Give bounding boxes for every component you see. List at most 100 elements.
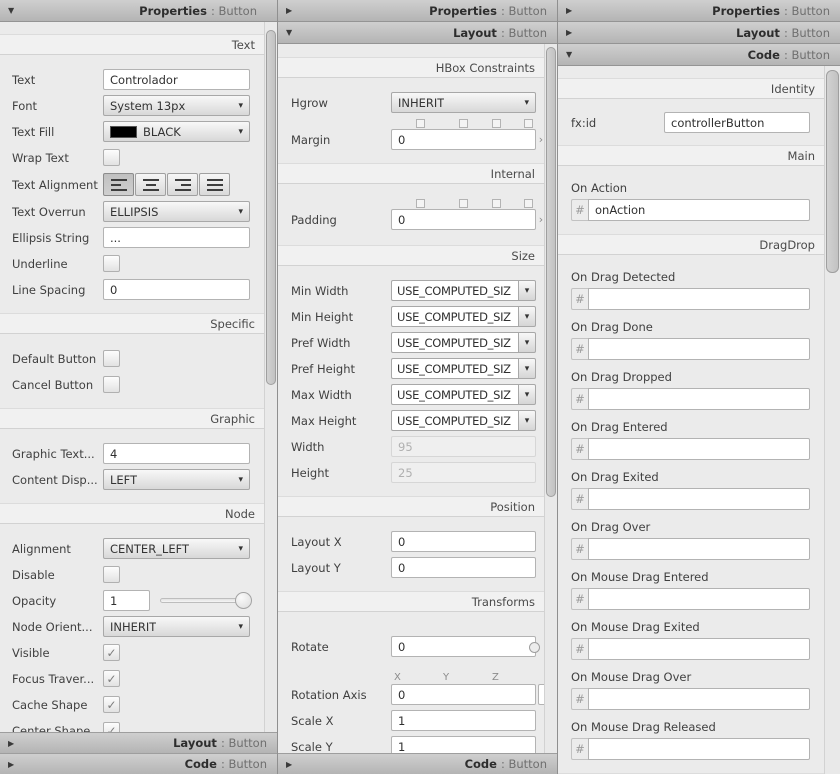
scrollbar[interactable] — [264, 22, 277, 732]
cache-shape-checkbox[interactable]: ✓ — [103, 696, 120, 713]
on-drag-dropped-input[interactable] — [588, 388, 810, 410]
on-drag-detected-input[interactable] — [588, 288, 810, 310]
cancel-button-checkbox[interactable]: ✓ — [103, 376, 120, 393]
max-height-combo: USE_COMPUTED_SIZ▾ — [391, 410, 536, 431]
pref-height-dropdown-button[interactable]: ▾ — [518, 358, 536, 379]
rotation-axis-x-input[interactable] — [391, 684, 536, 705]
min-height-dropdown-button[interactable]: ▾ — [518, 306, 536, 327]
max-height-input[interactable]: USE_COMPUTED_SIZ — [391, 410, 518, 431]
align-right-button[interactable] — [167, 173, 198, 196]
graphic-text-input[interactable] — [103, 443, 250, 464]
scrollbar[interactable] — [544, 44, 557, 753]
layout-x-input[interactable] — [391, 531, 536, 552]
align-left-button[interactable] — [103, 173, 134, 196]
default-button-checkbox[interactable]: ✓ — [103, 350, 120, 367]
min-width-dropdown-button[interactable]: ▾ — [518, 280, 536, 301]
on-drag-entered-input[interactable] — [588, 438, 810, 460]
scale-y-row: Scale Y — [278, 736, 544, 753]
focus-traversable-label: Focus Traver... — [12, 672, 103, 686]
text-fill-dropdown[interactable]: BLACK▾ — [103, 121, 250, 142]
on-drag-done-input[interactable] — [588, 338, 810, 360]
padding-link-checkbox[interactable] — [459, 199, 468, 208]
margin-link-checkbox[interactable] — [524, 119, 533, 128]
accordion-header-label: Properties: Button — [139, 4, 257, 18]
accordion-header-properties-collapsed[interactable]: ▶ Properties: Button — [278, 0, 557, 22]
on-mouse-drag-entered-input[interactable] — [588, 588, 810, 610]
accordion-header-label: Code: Button — [465, 757, 547, 771]
disable-checkbox[interactable]: ✓ — [103, 566, 120, 583]
pref-height-input[interactable]: USE_COMPUTED_SIZ — [391, 358, 518, 379]
max-height-dropdown-button[interactable]: ▾ — [518, 410, 536, 431]
margin-link-checkbox[interactable] — [416, 119, 425, 128]
section-header-hbox-constraints: HBox Constraints — [278, 57, 544, 78]
visible-label: Visible — [12, 646, 103, 660]
opacity-slider-thumb[interactable] — [235, 592, 252, 609]
min-height-input[interactable]: USE_COMPUTED_SIZ — [391, 306, 518, 327]
align-right-icon — [175, 176, 191, 194]
padding-link-checkbox[interactable] — [416, 199, 425, 208]
accordion-header-code[interactable]: ▼ Code: Button — [558, 44, 840, 66]
scale-y-input[interactable] — [391, 736, 536, 753]
accordion-header-layout-collapsed[interactable]: ▶ Layout: Button — [0, 732, 277, 753]
fxid-input[interactable] — [664, 112, 810, 133]
triangle-right-icon: ▶ — [566, 6, 580, 15]
accordion-header-code-collapsed[interactable]: ▶ Code: Button — [0, 753, 277, 774]
on-mouse-drag-over-input[interactable] — [588, 688, 810, 710]
opacity-input[interactable] — [103, 590, 150, 611]
on-drag-exited-input[interactable] — [588, 488, 810, 510]
alignment-dropdown[interactable]: CENTER_LEFT▾ — [103, 538, 250, 559]
max-width-input[interactable]: USE_COMPUTED_SIZ — [391, 384, 518, 405]
padding-link-checkbox[interactable] — [524, 199, 533, 208]
align-center-button[interactable] — [135, 173, 166, 196]
pref-width-dropdown-button[interactable]: ▾ — [518, 332, 536, 353]
text-overrun-dropdown[interactable]: ELLIPSIS▾ — [103, 201, 250, 222]
font-dropdown[interactable]: System 13px▾ — [103, 95, 250, 116]
properties-column: ▼ Properties: Button Text Text Font Syst… — [0, 0, 278, 774]
margin-link-checkbox[interactable] — [492, 119, 501, 128]
content-display-dropdown[interactable]: LEFT▾ — [103, 469, 250, 490]
text-input[interactable] — [103, 69, 250, 90]
scrollbar[interactable] — [824, 66, 840, 774]
scrollbar-thumb[interactable] — [266, 30, 276, 385]
node-orientation-dropdown[interactable]: INHERIT▾ — [103, 616, 250, 637]
max-width-dropdown-button[interactable]: ▾ — [518, 384, 536, 405]
padding-link-checkbox[interactable] — [492, 199, 501, 208]
accordion-header-properties[interactable]: ▼ Properties: Button — [0, 0, 277, 22]
on-action-input[interactable] — [588, 199, 810, 221]
rotate-input[interactable] — [391, 636, 536, 657]
center-shape-checkbox[interactable]: ✓ — [103, 722, 120, 732]
padding-top-input[interactable] — [391, 209, 536, 230]
on-mouse-drag-released-input[interactable] — [588, 738, 810, 760]
accordion-header-layout[interactable]: ▼ Layout: Button — [278, 22, 557, 44]
align-left-icon — [111, 176, 127, 194]
node-orientation-label: Node Orient... — [12, 620, 103, 634]
pref-width-input[interactable]: USE_COMPUTED_SIZ — [391, 332, 518, 353]
section-header-size: Size — [278, 245, 544, 266]
ellipsis-string-input[interactable] — [103, 227, 250, 248]
min-width-input[interactable]: USE_COMPUTED_SIZ — [391, 280, 518, 301]
check-icon: ✓ — [106, 699, 116, 711]
wrap-text-checkbox[interactable]: ✓ — [103, 149, 120, 166]
align-justify-button[interactable] — [199, 173, 230, 196]
on-mouse-drag-exited-input[interactable] — [588, 638, 810, 660]
scrollbar-thumb[interactable] — [546, 47, 556, 497]
margin-top-input[interactable] — [391, 129, 536, 150]
line-spacing-input[interactable] — [103, 279, 250, 300]
focus-traversable-checkbox[interactable]: ✓ — [103, 670, 120, 687]
accordion-header-code-collapsed[interactable]: ▶ Code: Button — [278, 753, 557, 774]
hgrow-dropdown[interactable]: INHERIT▾ — [391, 92, 536, 113]
scale-x-input[interactable] — [391, 710, 536, 731]
underline-checkbox[interactable]: ✓ — [103, 255, 120, 272]
pref-width-label: Pref Width — [291, 336, 391, 350]
content-display-label: Content Disp... — [12, 473, 103, 487]
scrollbar-thumb[interactable] — [826, 70, 839, 273]
hgrow-row: Hgrow INHERIT▾ — [278, 92, 544, 113]
on-drag-over-input[interactable] — [588, 538, 810, 560]
accordion-header-properties-collapsed[interactable]: ▶ Properties: Button — [558, 0, 840, 22]
accordion-header-layout-collapsed[interactable]: ▶ Layout: Button — [558, 22, 840, 44]
opacity-slider[interactable] — [160, 592, 252, 609]
visible-checkbox[interactable]: ✓ — [103, 644, 120, 661]
check-icon: ✓ — [106, 725, 116, 733]
layout-y-input[interactable] — [391, 557, 536, 578]
margin-link-checkbox[interactable] — [459, 119, 468, 128]
